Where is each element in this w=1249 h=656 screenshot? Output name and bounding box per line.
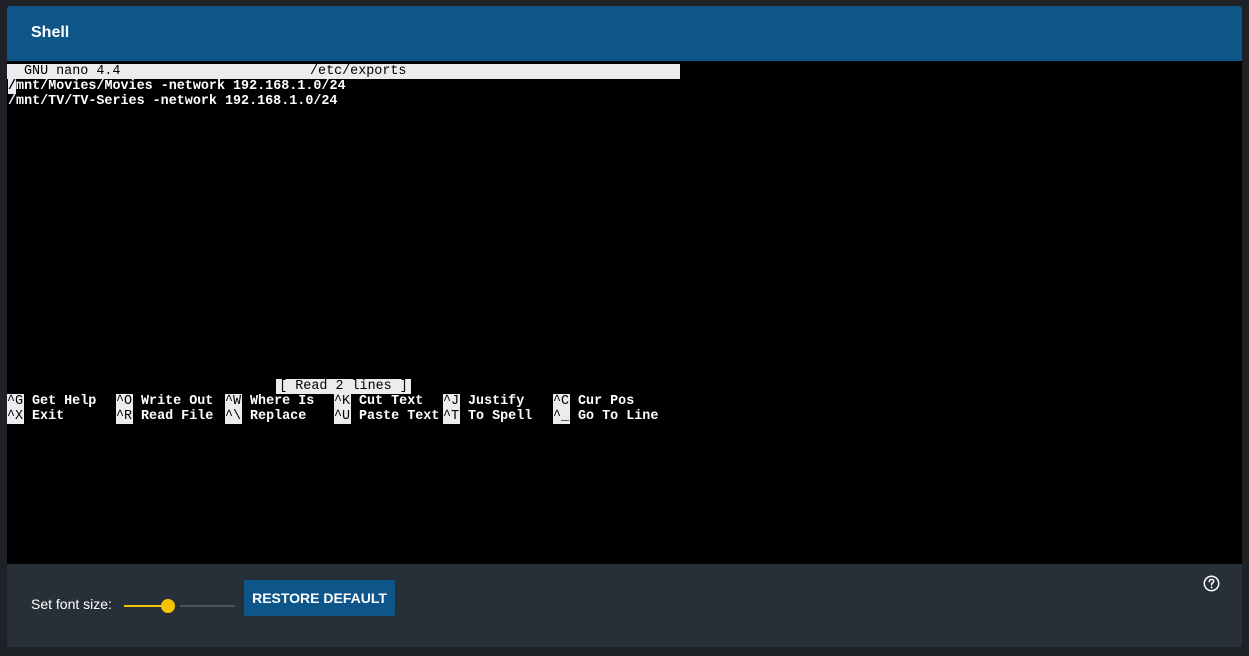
shortcut-write-out: ^O Write Out (116, 394, 213, 409)
shortcut-replace: ^\ Replace (225, 409, 306, 424)
shortcut-label: Read File (141, 409, 214, 424)
help-circle-icon[interactable] (1203, 575, 1220, 592)
nano-filename: /etc/exports (310, 64, 407, 79)
shortcut-paste-text: ^U Paste Text (334, 409, 439, 424)
shortcut-label: Cur Pos (578, 394, 635, 409)
shortcut-key: ^G (7, 394, 24, 409)
slider-thumb[interactable] (161, 599, 175, 613)
nano-title-bar: GNU nano 4.4 /etc/exports (7, 64, 680, 79)
text-cursor: / (8, 79, 17, 94)
shortcut-key: ^_ (553, 409, 570, 424)
shortcut-key: ^U (334, 409, 351, 424)
shortcut-label: Justify (468, 394, 525, 409)
file-line-text: /mnt/TV/TV-Series -network 192.168.1.0/2… (8, 94, 338, 109)
shortcut-label: Get Help (32, 394, 97, 409)
file-line-text: mnt/Movies/Movies -network 192.168.1.0/2… (16, 79, 346, 94)
shortcut-label: Where Is (250, 394, 315, 409)
shortcut-label: Cut Text (359, 394, 424, 409)
shortcut-go-to-line: ^_ Go To Line (553, 409, 658, 424)
page-title: Shell (31, 24, 70, 41)
shell-card: Shell GNU nano 4.4 /etc/exports /mnt/Mov… (7, 6, 1242, 647)
font-size-label: Set font size: (31, 596, 112, 612)
shortcut-read-file: ^R Read File (116, 409, 213, 424)
shortcut-key: ^O (116, 394, 133, 409)
shortcut-key: ^\ (225, 409, 242, 424)
shortcut-key: ^K (334, 394, 351, 409)
shortcut-label: Replace (250, 409, 307, 424)
terminal[interactable]: GNU nano 4.4 /etc/exports /mnt/Movies/Mo… (7, 61, 1242, 564)
file-line: /mnt/TV/TV-Series -network 192.168.1.0/2… (8, 94, 337, 109)
shortcut-key: ^W (225, 394, 242, 409)
shortcut-label: Go To Line (578, 409, 659, 424)
footer-controls: Set font size: RESTORE DEFAULT (7, 564, 1242, 647)
shortcut-exit: ^X Exit (7, 409, 64, 424)
shortcut-label: Paste Text (359, 409, 440, 424)
shortcut-label: To Spell (468, 409, 533, 424)
restore-default-button[interactable]: RESTORE DEFAULT (244, 580, 395, 616)
shortcut-key: ^R (116, 409, 133, 424)
shortcut-to-spell: ^T To Spell (443, 409, 532, 424)
nano-version: GNU nano 4.4 (24, 64, 121, 79)
header-bar: Shell (7, 6, 1242, 61)
shortcut-key: ^X (7, 409, 24, 424)
shortcut-key: ^T (443, 409, 460, 424)
shortcut-key: ^J (443, 394, 460, 409)
file-line: /mnt/Movies/Movies -network 192.168.1.0/… (8, 79, 346, 94)
shortcut-where-is: ^W Where Is (225, 394, 314, 409)
slider-track (180, 605, 235, 607)
shortcut-label: Exit (32, 409, 65, 424)
font-size-slider[interactable] (124, 591, 235, 621)
shortcut-cut-text: ^K Cut Text (334, 394, 423, 409)
shortcut-justify: ^J Justify (443, 394, 524, 409)
nano-status-message: [ Read 2 lines ] (276, 379, 411, 394)
shortcut-key: ^C (553, 394, 570, 409)
shortcut-cur-pos: ^C Cur Pos (553, 394, 634, 409)
shortcut-label: Write Out (141, 394, 214, 409)
shortcut-get-help: ^G Get Help (7, 394, 96, 409)
